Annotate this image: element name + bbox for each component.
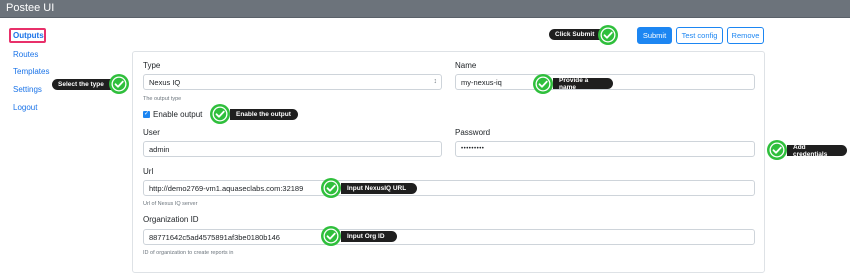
check-icon xyxy=(320,225,342,247)
check-icon xyxy=(209,103,231,125)
check-icon xyxy=(108,73,130,95)
org-id-help-text: ID of organization to create reports in xyxy=(143,250,234,256)
type-label: Type xyxy=(143,61,161,70)
top-bar: Postee UI xyxy=(0,0,850,18)
test-config-button[interactable]: Test config xyxy=(676,27,723,44)
chevron-updown-icon: ↕ xyxy=(433,78,438,85)
sidebar-item-templates[interactable]: Templates xyxy=(13,67,49,76)
user-input[interactable]: admin xyxy=(143,141,442,157)
type-help-text: The output type xyxy=(143,96,182,102)
callout-provide-name: Provide a name xyxy=(553,77,613,91)
enable-output-checkbox[interactable]: ✓ xyxy=(143,111,150,118)
password-label: Password xyxy=(455,128,491,137)
sidebar-item-logout[interactable]: Logout xyxy=(13,103,37,112)
callout-input-url: Input NexusIQ URL xyxy=(341,183,417,194)
url-label: Url xyxy=(143,167,154,176)
callout-enable-output: Enable the output xyxy=(230,109,298,120)
enable-output-label: Enable output xyxy=(153,110,203,119)
sidebar-item-routes[interactable]: Routes xyxy=(13,50,38,59)
url-help-text: Url of Nexus IQ server xyxy=(143,201,198,207)
check-icon xyxy=(320,177,342,199)
submit-button[interactable]: Submit xyxy=(637,27,672,44)
callout-add-credentials: Add credentials xyxy=(787,144,847,158)
org-id-label: Organization ID xyxy=(143,215,199,224)
sidebar-item-settings[interactable]: Settings xyxy=(13,85,42,94)
check-icon xyxy=(597,24,619,46)
password-input[interactable]: ••••••••• xyxy=(455,141,755,157)
type-select[interactable]: Nexus IQ ↕ xyxy=(143,74,442,90)
user-label: User xyxy=(143,128,160,137)
name-label: Name xyxy=(455,61,477,70)
url-input[interactable]: http://demo2769-vm1.aquaseclabs.com:3218… xyxy=(143,180,755,196)
type-select-value: Nexus IQ xyxy=(149,77,181,87)
remove-button[interactable]: Remove xyxy=(727,27,764,44)
sidebar-item-outputs[interactable]: Outputs xyxy=(13,31,44,40)
callout-select-type: Select the type xyxy=(52,79,114,90)
app-title: Postee UI xyxy=(6,2,55,14)
check-icon xyxy=(766,139,788,161)
org-id-input[interactable]: 88771642c5ad4575891af3be0180b146 xyxy=(143,229,755,245)
check-icon xyxy=(532,73,554,95)
callout-input-org-id: Input Org ID xyxy=(341,231,397,242)
